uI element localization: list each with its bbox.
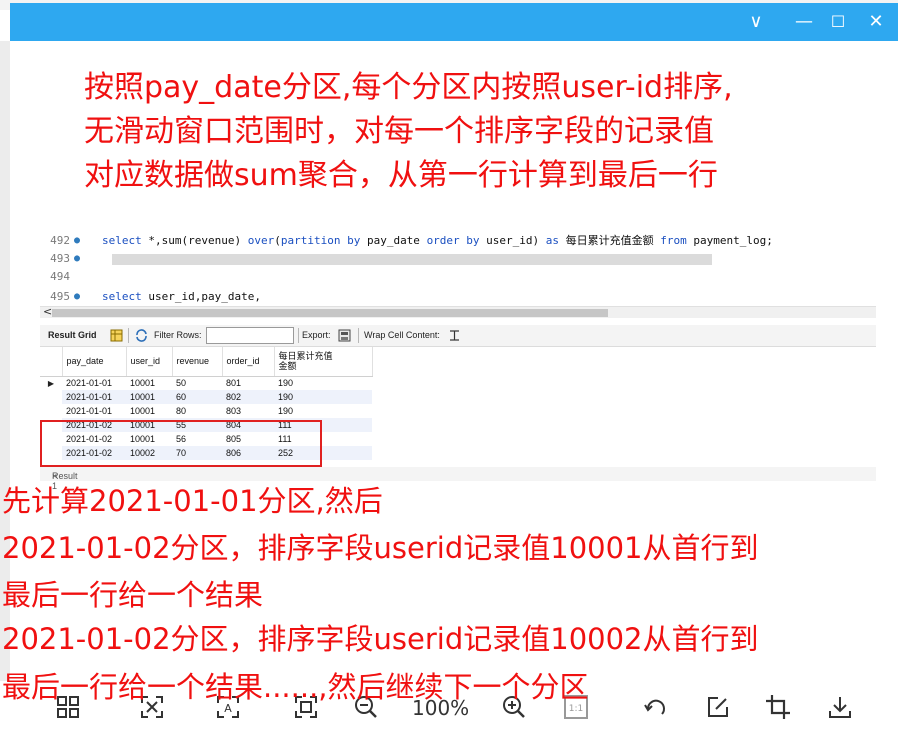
scroll-thumb[interactable] (52, 309, 608, 317)
grid-view-icon[interactable] (110, 329, 123, 342)
table-header-row: pay_date user_id revenue order_id 每日累计充值… (40, 347, 373, 377)
title-bar: ∨ — ☐ ✕ (10, 3, 898, 41)
export-icon[interactable] (338, 329, 351, 342)
cell[interactable]: 801 (222, 376, 274, 390)
annotation-bottom-line-4: 2021-01-02分区，排序字段userid记录值10002从首行到 (2, 622, 759, 656)
table-row[interactable]: 2021-01-01 10001 80 803 190 (40, 404, 372, 418)
crop-icon[interactable] (764, 693, 792, 721)
keyword: partition by (280, 234, 361, 247)
code-fragment: user_id,pay_date, (141, 290, 261, 303)
row-indicator (40, 390, 62, 404)
code-fragment: 每日累计充值金额 (559, 234, 661, 247)
edit-icon[interactable] (704, 693, 732, 721)
table-row[interactable]: 2021-01-01 10001 60 802 190 (40, 390, 372, 404)
cell[interactable]: 2021-01-01 (62, 404, 126, 418)
wrap-cell-content-label: Wrap Cell Content: (364, 330, 440, 340)
cell[interactable]: 190 (274, 404, 372, 418)
table-row[interactable]: ▶ 2021-01-01 10001 50 801 190 (40, 376, 372, 390)
result-grid-toolbar: Result Grid Filter Rows: Export: Wrap Ce… (40, 325, 876, 347)
download-icon[interactable] (826, 693, 854, 721)
statement-marker-icon: ● (74, 253, 81, 264)
statement-marker-icon: ● (74, 291, 81, 302)
column-header-order-id[interactable]: order_id (222, 347, 275, 377)
code-fragment: payment_log; (686, 234, 773, 247)
cell[interactable]: 60 (172, 390, 222, 404)
statement-marker-icon: ● (74, 235, 81, 246)
line-number: 494 (50, 270, 70, 283)
column-header-daily-cumulative[interactable]: 每日累计充值 金额 (274, 347, 373, 377)
line-number: 492 (50, 234, 70, 247)
cell[interactable]: 80 (172, 404, 222, 418)
highlight-box (40, 420, 322, 467)
column-header-pay-date[interactable]: pay_date (62, 347, 127, 377)
code-fragment: user_id) (479, 234, 546, 247)
cell[interactable]: 803 (222, 404, 274, 418)
column-header-revenue[interactable]: revenue (172, 347, 223, 377)
cell[interactable]: 2021-01-01 (62, 376, 126, 390)
code-text: select *,sum(revenue) over(partition by … (102, 232, 773, 250)
wrap-text-icon[interactable] (448, 329, 461, 342)
annotation-bottom-line-3: 最后一行给一个结果 (2, 578, 264, 612)
cell[interactable]: 10001 (126, 390, 172, 404)
filter-rows-label: Filter Rows: (154, 330, 202, 340)
blurred-code (112, 254, 712, 265)
row-indicator-header (40, 347, 63, 377)
keyword: select (102, 234, 142, 247)
sql-editor[interactable]: 492 ● select *,sum(revenue) over(partiti… (40, 224, 876, 314)
annotation-bottom-line-2: 2021-01-02分区，排序字段userid记录值10001从首行到 (2, 531, 759, 565)
current-row-icon: ▶ (40, 376, 62, 390)
cell[interactable]: 50 (172, 376, 222, 390)
rotate-icon[interactable] (642, 693, 670, 721)
keyword: order by (426, 234, 480, 247)
annotation-top-line-2: 无滑动窗口范围时，对每一个排序字段的记录值 (84, 114, 714, 149)
cell[interactable]: 2021-01-01 (62, 390, 126, 404)
refresh-icon[interactable] (135, 329, 148, 342)
cell[interactable]: 190 (274, 376, 372, 390)
annotation-top-line-1: 按照pay_date分区,每个分区内按照user-id排序, (84, 70, 733, 105)
minimize-button[interactable]: — (788, 6, 820, 38)
result-grid-tab[interactable]: Result Grid (48, 330, 97, 340)
code-text: select user_id,pay_date, (102, 288, 261, 306)
cell[interactable]: 190 (274, 390, 372, 404)
scroll-left-icon[interactable]: < (43, 305, 52, 318)
code-fragment: *,sum(revenue) (141, 234, 248, 247)
code-fragment: ( (274, 234, 281, 247)
annotation-bottom-line-5: 最后一行给一个结果......,然后继续下一个分区 (2, 670, 589, 704)
line-number: 495 (50, 290, 70, 303)
cell[interactable]: 10001 (126, 376, 172, 390)
filter-rows-input[interactable] (206, 327, 294, 344)
cell[interactable]: 802 (222, 390, 274, 404)
close-button[interactable]: ✕ (860, 6, 892, 38)
row-indicator (40, 404, 62, 418)
column-header-user-id[interactable]: user_id (126, 347, 173, 377)
cell[interactable]: 10001 (126, 404, 172, 418)
keyword: over (247, 234, 275, 247)
annotation-bottom-line-1: 先计算2021-01-01分区,然后 (2, 484, 383, 518)
code-line-493[interactable]: 493 ● (40, 250, 876, 268)
keyword: as (545, 234, 560, 247)
chevron-down-icon[interactable]: ∨ (740, 6, 772, 38)
keyword: select (102, 290, 142, 303)
line-number: 493 (50, 252, 70, 265)
export-label: Export: (302, 330, 331, 340)
keyword: from (660, 234, 687, 247)
code-fragment: pay_date (360, 234, 427, 247)
annotation-top-line-3: 对应数据做sum聚合，从第一行计算到最后一行 (84, 158, 718, 193)
maximize-button[interactable]: ☐ (822, 6, 854, 38)
editor-horizontal-scrollbar[interactable]: < (40, 305, 876, 318)
